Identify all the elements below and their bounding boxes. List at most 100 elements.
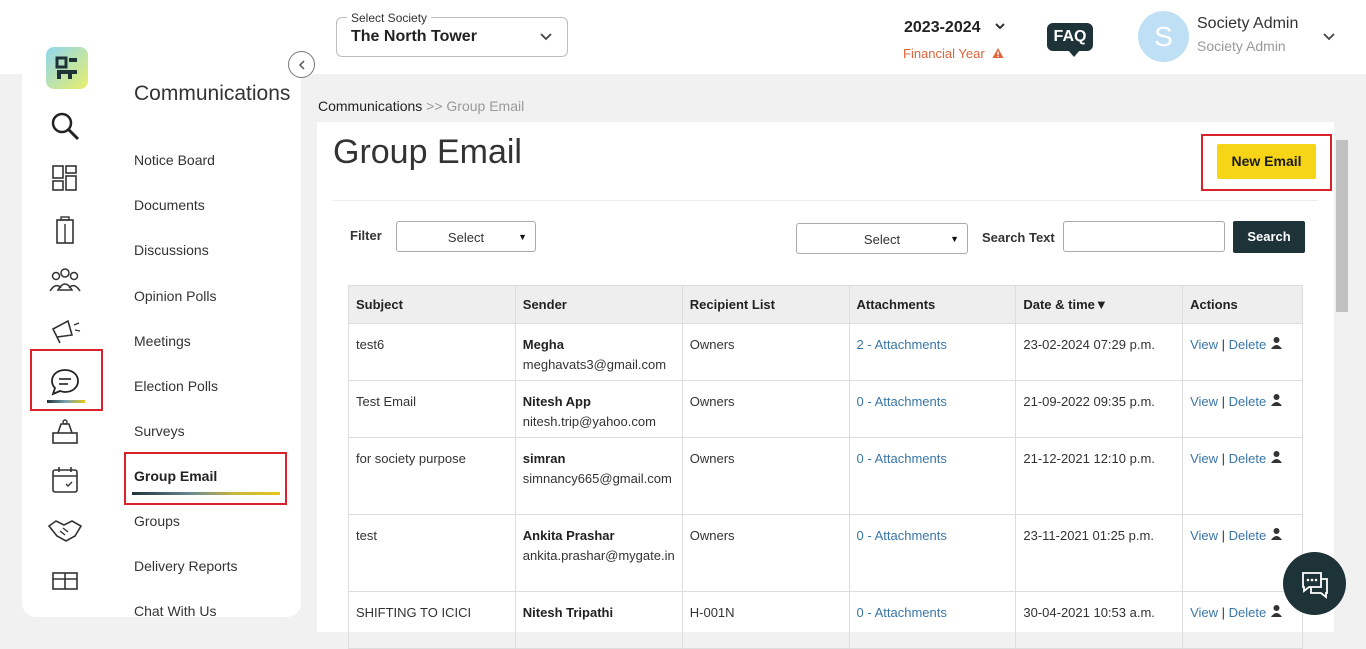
- search-text-label: Search Text: [982, 230, 1055, 245]
- highlight-box-group-email: [124, 452, 287, 505]
- attachments-link[interactable]: 0 - Attachments: [848, 514, 1017, 592]
- dashboard-icon[interactable]: [47, 160, 83, 196]
- search-input[interactable]: [1063, 221, 1225, 252]
- cell-actions: View | Delete: [1182, 380, 1303, 438]
- cell-sender: simran simnancy665@gmail.com: [514, 437, 683, 515]
- view-link[interactable]: View: [1190, 528, 1218, 543]
- calendar-icon[interactable]: [47, 462, 83, 498]
- search-icon[interactable]: [47, 108, 83, 144]
- sort-desc-icon: ▼: [1094, 297, 1108, 312]
- sidebar-item-surveys[interactable]: Surveys: [134, 423, 185, 439]
- view-link[interactable]: View: [1190, 605, 1218, 620]
- user-icon[interactable]: [1270, 336, 1283, 349]
- table-row: SHIFTING TO ICICI Nitesh Tripathi H-001N…: [348, 591, 1303, 649]
- filter-select[interactable]: Select ▼: [396, 221, 536, 252]
- sender-name: simran: [522, 451, 566, 466]
- avatar[interactable]: S: [1138, 11, 1189, 62]
- chevron-down-icon[interactable]: [994, 20, 1006, 32]
- society-select[interactable]: Select Society The North Tower: [336, 11, 568, 57]
- cell-sender: Ankita Prashar ankita.prashar@mygate.in: [514, 514, 683, 592]
- chevron-down-icon[interactable]: [1322, 30, 1336, 44]
- breadcrumb-parent[interactable]: Communications: [318, 98, 422, 114]
- financial-year-value[interactable]: 2023-2024: [904, 19, 981, 37]
- collapse-sidebar-button[interactable]: [288, 51, 315, 78]
- cell-sender: Nitesh App nitesh.trip@yahoo.com: [514, 380, 683, 438]
- breadcrumb-separator: >>: [426, 98, 443, 114]
- sidebar-item-meetings[interactable]: Meetings: [134, 333, 191, 349]
- cell-actions: View | Delete: [1182, 437, 1303, 515]
- user-icon[interactable]: [1270, 527, 1283, 540]
- cell-recipients: H-001N: [681, 591, 850, 649]
- delete-link[interactable]: Delete: [1229, 394, 1267, 409]
- faq-button[interactable]: FAQ: [1047, 23, 1093, 51]
- delete-link[interactable]: Delete: [1229, 451, 1267, 466]
- sidebar-item-chat-with-us[interactable]: Chat With Us: [134, 603, 216, 619]
- sender-email: nitesh.trip@yahoo.com: [522, 414, 656, 429]
- attachments-link[interactable]: 0 - Attachments: [848, 591, 1017, 649]
- chat-support-button[interactable]: [1283, 552, 1346, 615]
- view-link[interactable]: View: [1190, 451, 1218, 466]
- sidebar-item-delivery-reports[interactable]: Delivery Reports: [134, 558, 237, 574]
- user-name[interactable]: Society Admin: [1197, 15, 1298, 33]
- scrollbar-thumb[interactable]: [1336, 140, 1348, 312]
- cell-recipients: Owners: [681, 437, 850, 515]
- delete-link[interactable]: Delete: [1229, 528, 1267, 543]
- user-icon[interactable]: [1270, 393, 1283, 406]
- cell-recipients: Owners: [681, 323, 850, 381]
- dropdown-arrow-icon: ▼: [950, 234, 959, 244]
- chat-icon: [1301, 571, 1328, 599]
- user-icon[interactable]: [1270, 604, 1283, 617]
- cell-sender: Megha meghavats3@gmail.com: [514, 323, 683, 381]
- cell-recipients: Owners: [681, 380, 850, 438]
- table-row: test6 Megha meghavats3@gmail.com Owners 2…: [348, 323, 1303, 381]
- helpdesk-icon[interactable]: [47, 414, 83, 450]
- gift-icon[interactable]: [47, 562, 83, 598]
- society-select-value: The North Tower: [351, 28, 477, 45]
- chevron-left-icon: [298, 59, 305, 70]
- sidebar-item-groups[interactable]: Groups: [134, 513, 180, 529]
- cell-actions: View | Delete: [1182, 323, 1303, 381]
- user-role: Society Admin: [1197, 38, 1286, 54]
- table-row: for society purpose simran simnancy665@gm…: [348, 437, 1303, 515]
- app-logo[interactable]: [46, 47, 88, 89]
- group-email-table: Subject Sender Recipient List Attachment…: [348, 285, 1303, 649]
- user-icon[interactable]: [1270, 450, 1283, 463]
- cell-date: 21-09-2022 09:35 p.m.: [1015, 380, 1184, 438]
- cell-date: 23-02-2024 07:29 p.m.: [1015, 323, 1184, 381]
- filter-select-value: Select: [447, 230, 485, 245]
- attachments-link[interactable]: 0 - Attachments: [848, 437, 1017, 515]
- megaphone-icon[interactable]: [47, 312, 83, 348]
- attachments-link[interactable]: 2 - Attachments: [848, 323, 1017, 381]
- breadcrumb-current: Group Email: [446, 98, 525, 114]
- table-row: test Ankita Prashar ankita.prashar@mygate…: [348, 514, 1303, 592]
- residents-icon[interactable]: [47, 262, 83, 298]
- column-header-date-time[interactable]: Date & time▼: [1015, 285, 1184, 324]
- attachments-link[interactable]: 0 - Attachments: [848, 380, 1017, 438]
- sidebar-item-notice-board[interactable]: Notice Board: [134, 152, 215, 168]
- delete-link[interactable]: Delete: [1229, 337, 1267, 352]
- cell-subject: test: [348, 514, 516, 592]
- society-select-label: Select Society: [347, 11, 432, 25]
- sender-name: Nitesh Tripathi: [522, 605, 614, 620]
- view-link[interactable]: View: [1190, 394, 1218, 409]
- search-button[interactable]: Search: [1233, 221, 1305, 253]
- sidebar-item-discussions[interactable]: Discussions: [134, 242, 209, 258]
- cell-subject: test6: [348, 323, 516, 381]
- view-link[interactable]: View: [1190, 337, 1218, 352]
- sidebar-item-election-polls[interactable]: Election Polls: [134, 378, 218, 394]
- cell-date: 30-04-2021 10:53 a.m.: [1015, 591, 1184, 649]
- highlight-box-comm-icon: [30, 349, 103, 411]
- warning-icon: [992, 48, 1004, 58]
- column-header-attachments: Attachments: [848, 285, 1017, 324]
- sender-name: Nitesh App: [522, 394, 591, 409]
- cell-recipients: Owners: [681, 514, 850, 592]
- cell-subject: Test Email: [348, 380, 516, 438]
- filter-value-select[interactable]: Select ▼: [796, 223, 968, 254]
- delete-link[interactable]: Delete: [1229, 605, 1267, 620]
- building-icon[interactable]: [47, 212, 83, 248]
- breadcrumb: Communications >> Group Email: [318, 98, 524, 114]
- sidebar-item-opinion-polls[interactable]: Opinion Polls: [134, 288, 217, 304]
- handshake-icon[interactable]: [47, 512, 83, 548]
- sidebar-item-documents[interactable]: Documents: [134, 197, 205, 213]
- divider: [333, 200, 1318, 201]
